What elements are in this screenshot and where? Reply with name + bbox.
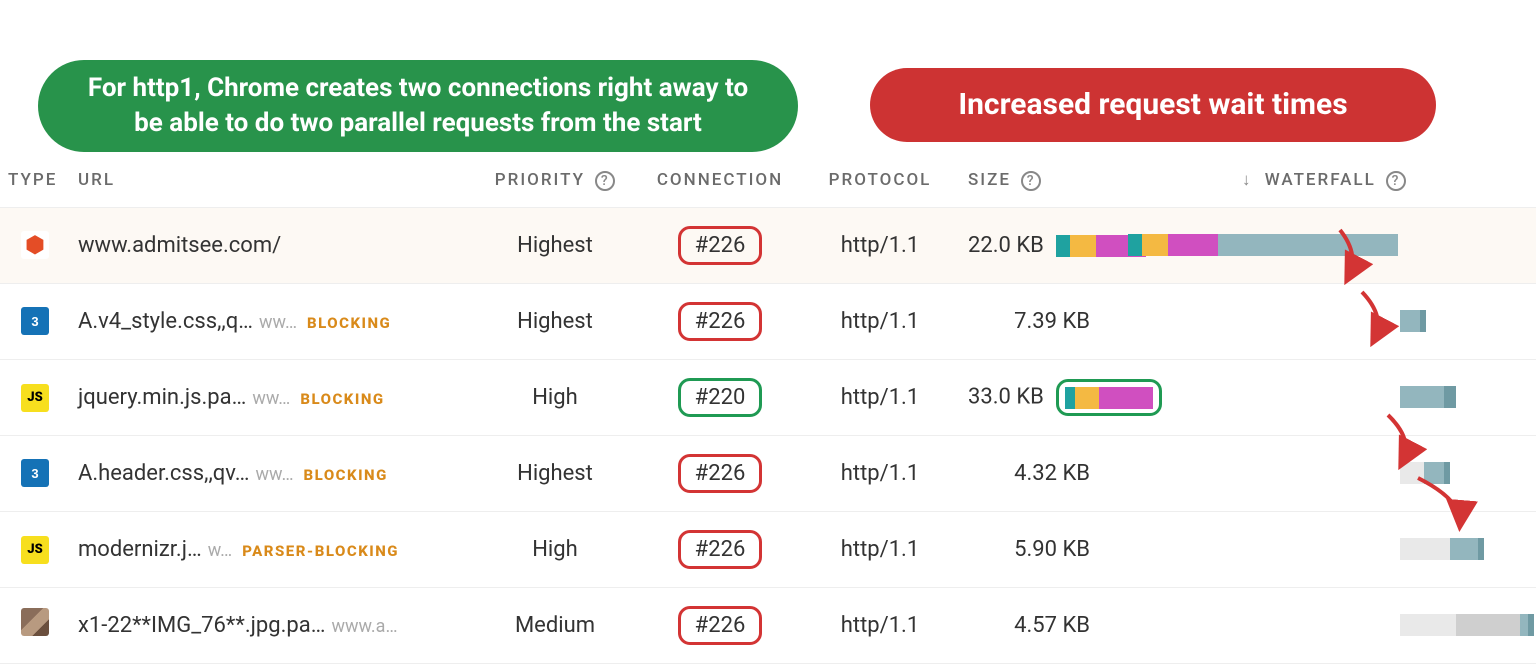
protocol-value: http/1.1	[800, 587, 960, 663]
url-text[interactable]: A.header.css,,qv…	[78, 461, 250, 486]
connection-id: #220	[678, 378, 763, 417]
waterfall-bar[interactable]	[1128, 232, 1528, 258]
url-text[interactable]: A.v4_style.css,,q…	[78, 309, 253, 334]
header-waterfall[interactable]: ↓ WATERFALL ?	[1120, 160, 1536, 207]
priority-value: Highest	[470, 207, 640, 283]
sort-arrow-icon: ↓	[1242, 170, 1253, 190]
waterfall-bar[interactable]	[1128, 612, 1528, 638]
waterfall-bar[interactable]	[1128, 384, 1528, 410]
blocking-badge: BLOCKING	[304, 466, 388, 484]
js-file-icon: JS	[21, 536, 49, 564]
protocol-value: http/1.1	[800, 435, 960, 511]
url-text[interactable]: jquery.min.js.pa…	[78, 385, 246, 410]
css-file-icon	[21, 459, 49, 487]
network-table: TYPE URL PRIORITY ? CONNECTION PROTOCOL …	[0, 160, 1536, 664]
priority-value: Highest	[470, 283, 640, 359]
help-icon[interactable]: ?	[1021, 171, 1041, 191]
header-type[interactable]: TYPE	[0, 160, 70, 207]
waterfall-bar[interactable]	[1128, 460, 1528, 486]
help-icon[interactable]: ?	[595, 171, 615, 191]
html-file-icon: ⬢	[21, 231, 49, 259]
url-host: w…	[208, 540, 232, 561]
url-host: ww…	[259, 312, 297, 333]
priority-value: Highest	[470, 435, 640, 511]
annotation-green-pill: For http1, Chrome creates two connection…	[38, 60, 798, 152]
connection-id: #226	[678, 454, 763, 493]
header-waterfall-label: WATERFALL	[1265, 170, 1376, 190]
priority-value: Medium	[470, 587, 640, 663]
connection-id: #226	[678, 530, 763, 569]
table-row[interactable]: A.v4_style.css,,q… ww… BLOCKING Highest #226…	[0, 283, 1536, 359]
url-text[interactable]: www.admitsee.com/	[78, 233, 281, 258]
table-row[interactable]: x1-22**IMG_76**.jpg.pa… www.a… Medium #226 h…	[0, 587, 1536, 663]
connection-id: #226	[678, 302, 763, 341]
waterfall-bar[interactable]	[1128, 308, 1528, 334]
size-value: 7.39 KB	[960, 283, 1120, 359]
header-size-label: SIZE	[968, 170, 1011, 190]
blocking-badge: PARSER-BLOCKING	[242, 542, 399, 560]
help-icon[interactable]: ?	[1386, 171, 1406, 191]
protocol-value: http/1.1	[800, 283, 960, 359]
header-protocol[interactable]: PROTOCOL	[800, 160, 960, 207]
table-row[interactable]: JS modernizr.j… w… PARSER-BLOCKING High #226 h…	[0, 511, 1536, 587]
table-row[interactable]: JS jquery.min.js.pa… ww… BLOCKING High #220 ht…	[0, 359, 1536, 435]
waterfall-bar[interactable]	[1128, 536, 1528, 562]
url-host: ww…	[252, 388, 290, 409]
priority-value: High	[470, 359, 640, 435]
table-row[interactable]: ⬢ www.admitsee.com/Highest #226 http/1.122.…	[0, 207, 1536, 283]
protocol-value: http/1.1	[800, 359, 960, 435]
header-priority[interactable]: PRIORITY ?	[470, 160, 640, 207]
size-value: 4.32 KB	[960, 435, 1120, 511]
css-file-icon	[21, 307, 49, 335]
url-text[interactable]: x1-22**IMG_76**.jpg.pa…	[78, 613, 325, 638]
table-row[interactable]: A.header.css,,qv… ww… BLOCKING Highest #226 h…	[0, 435, 1536, 511]
blocking-badge: BLOCKING	[307, 314, 391, 332]
protocol-value: http/1.1	[800, 511, 960, 587]
size-value: 5.90 KB	[960, 511, 1120, 587]
header-size[interactable]: SIZE ?	[960, 160, 1120, 207]
size-value: 22.0 KB	[960, 207, 1120, 283]
protocol-value: http/1.1	[800, 207, 960, 283]
table-header-row: TYPE URL PRIORITY ? CONNECTION PROTOCOL …	[0, 160, 1536, 207]
url-text[interactable]: modernizr.j…	[78, 537, 202, 562]
blocking-badge: BLOCKING	[300, 390, 384, 408]
url-host: www.a…	[331, 616, 397, 637]
js-file-icon: JS	[21, 384, 49, 412]
priority-value: High	[470, 511, 640, 587]
size-value: 33.0 KB	[960, 359, 1120, 435]
size-value: 4.57 KB	[960, 587, 1120, 663]
connection-id: #226	[678, 606, 763, 645]
header-connection[interactable]: CONNECTION	[640, 160, 800, 207]
annotation-red-pill: Increased request wait times	[870, 68, 1436, 142]
header-priority-label: PRIORITY	[495, 170, 585, 190]
img-file-icon	[21, 608, 49, 636]
connection-id: #226	[678, 226, 763, 265]
header-url[interactable]: URL	[70, 160, 470, 207]
url-host: ww…	[256, 464, 294, 485]
